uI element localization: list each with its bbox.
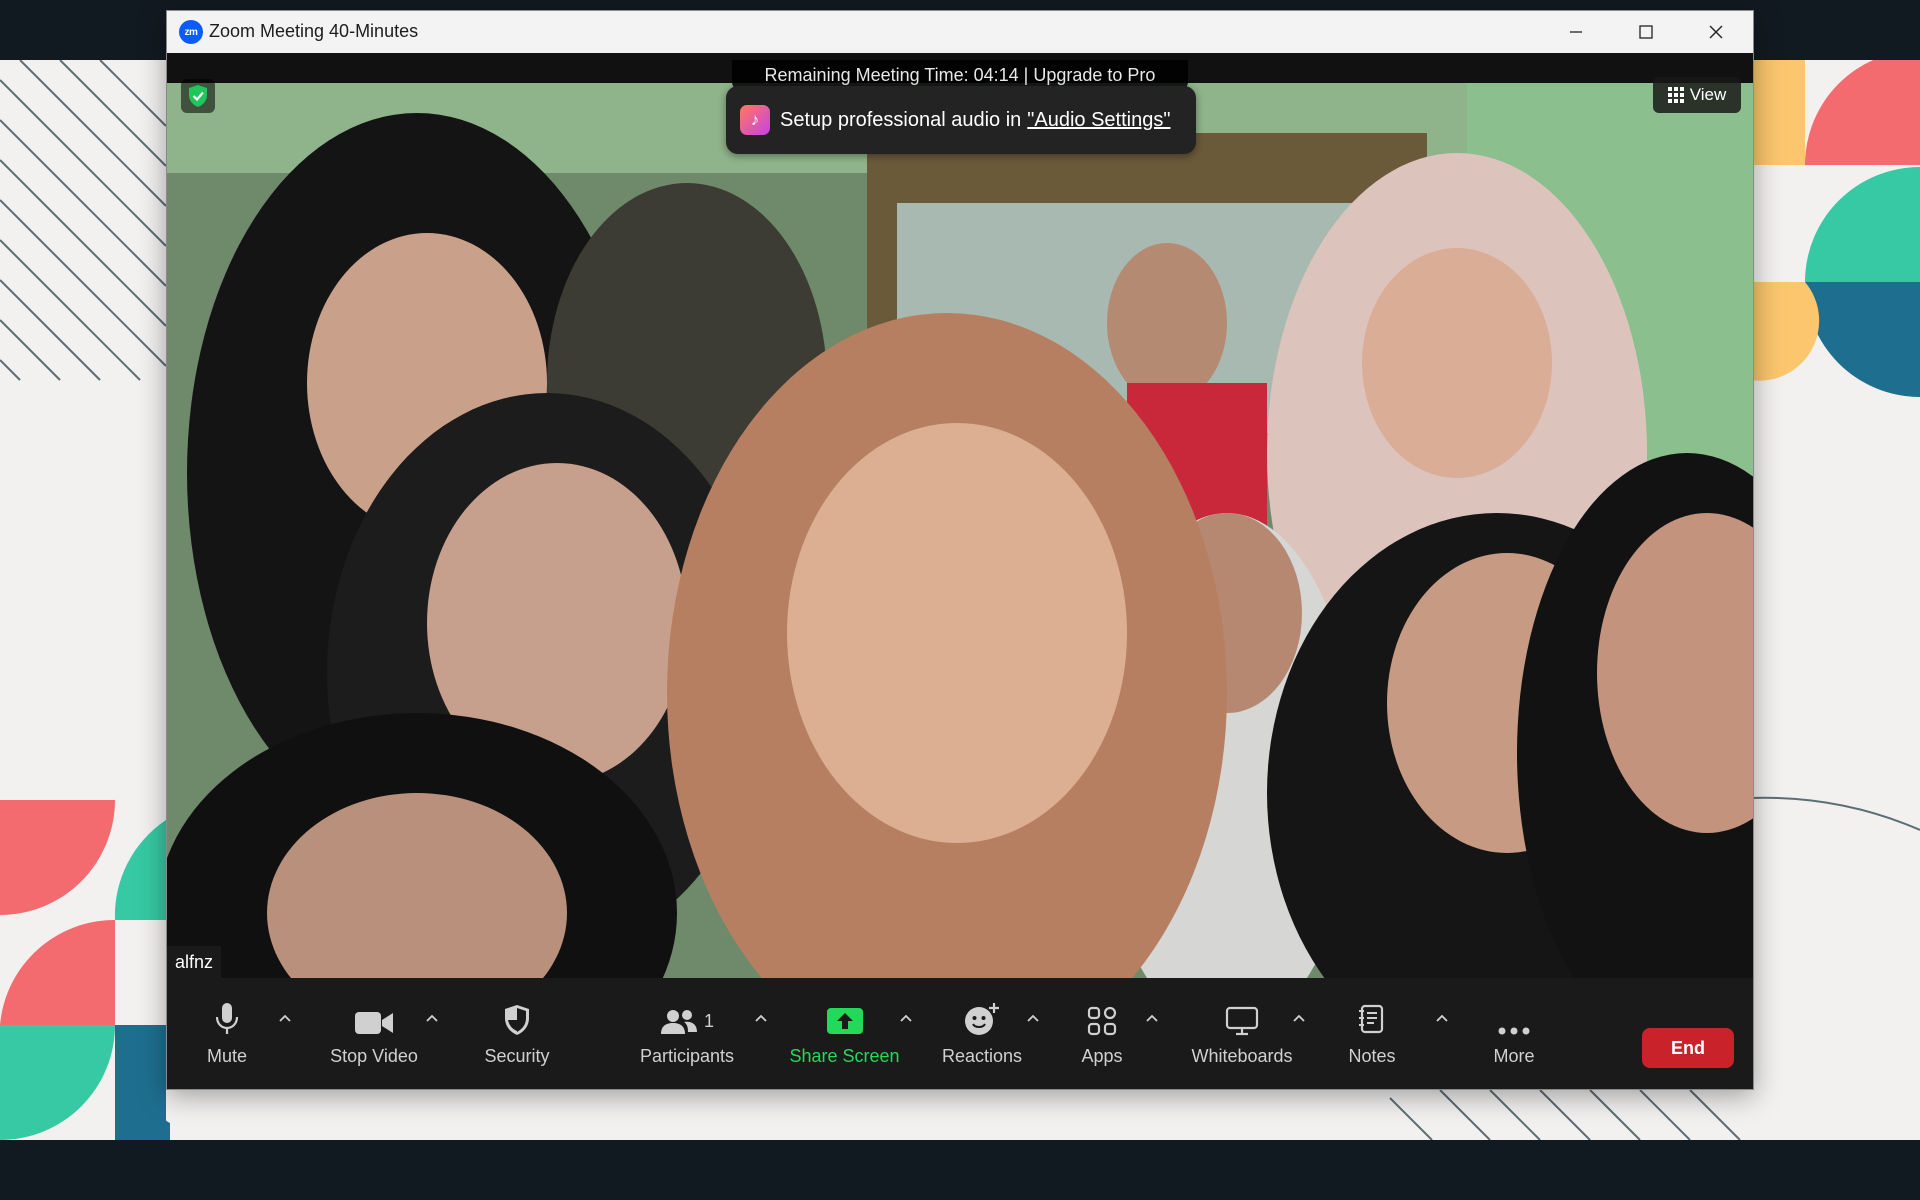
chevron-up-icon (1146, 1014, 1158, 1022)
stop-video-label: Stop Video (330, 1046, 418, 1066)
desktop-bottom-bar (0, 1140, 1920, 1200)
chevron-up-icon (1293, 1014, 1305, 1022)
reactions-options-caret[interactable] (1023, 1008, 1043, 1028)
participant-name-tag: alfnz (167, 946, 222, 978)
apps-icon (1087, 1006, 1117, 1036)
chevron-up-icon (755, 1014, 767, 1022)
participants-button[interactable]: 1 Participants (622, 978, 752, 1089)
notes-options-caret[interactable] (1432, 1008, 1452, 1028)
video-camera-icon (355, 1012, 393, 1034)
mute-label: Mute (206, 1046, 248, 1066)
more-label: More (1493, 1046, 1535, 1066)
zoom-window: zm Zoom Meeting 40-Minutes Remaining Mee… (166, 10, 1754, 1090)
participant-count: 1 (703, 1011, 714, 1031)
security-label: Security (484, 1046, 550, 1066)
zoom-logo-icon: zm (179, 20, 203, 44)
chevron-up-icon (1436, 1014, 1448, 1022)
smiley-plus-icon (965, 1003, 999, 1035)
view-button[interactable]: View (1653, 77, 1741, 113)
maximize-button[interactable] (1611, 11, 1681, 53)
video-feed: Remaining Meeting Time: 04:14 | Upgrade … (167, 53, 1753, 988)
encryption-indicator[interactable] (181, 79, 215, 113)
title-bar[interactable]: zm Zoom Meeting 40-Minutes (167, 11, 1753, 53)
notes-icon (1359, 1004, 1384, 1034)
shield-icon (505, 1005, 529, 1035)
participant-video-image (167, 53, 1753, 988)
wallpaper-right-decoration (1750, 60, 1920, 831)
chevron-up-icon (900, 1014, 912, 1022)
notes-button[interactable]: Notes (1332, 978, 1412, 1089)
microphone-icon (215, 1003, 239, 1034)
close-icon (1709, 25, 1723, 39)
video-options-caret[interactable] (422, 1008, 442, 1028)
mute-button[interactable]: Mute (192, 978, 262, 1089)
wallpaper-left-decoration (0, 60, 170, 1140)
maximize-icon (1639, 25, 1653, 39)
minimize-icon (1570, 31, 1582, 33)
whiteboards-label: Whiteboards (1191, 1046, 1293, 1066)
participants-label: Participants (639, 1046, 735, 1066)
close-button[interactable] (1681, 11, 1751, 53)
grid-icon (1667, 87, 1684, 103)
window-title: Zoom Meeting 40-Minutes (209, 21, 419, 41)
security-button[interactable]: Security (467, 978, 567, 1089)
reactions-label: Reactions (941, 1046, 1023, 1066)
chevron-up-icon (1027, 1014, 1039, 1022)
more-button[interactable]: More (1474, 978, 1554, 1089)
share-screen-button[interactable]: Share Screen (787, 978, 902, 1089)
more-dots-icon (1498, 1027, 1530, 1035)
participants-options-caret[interactable] (751, 1008, 771, 1028)
audio-options-caret[interactable] (275, 1008, 295, 1028)
whiteboards-options-caret[interactable] (1289, 1008, 1309, 1028)
audio-settings-link[interactable]: "Audio Settings" (1027, 109, 1170, 132)
participants-icon (660, 1010, 697, 1034)
reactions-button[interactable]: Reactions (932, 978, 1032, 1089)
share-options-caret[interactable] (896, 1008, 916, 1028)
view-label: View (1689, 85, 1727, 104)
apps-options-caret[interactable] (1142, 1008, 1162, 1028)
apps-button[interactable]: Apps (1067, 978, 1137, 1089)
share-screen-icon (826, 1008, 863, 1034)
toast-text: Setup professional audio in (780, 108, 1022, 131)
end-meeting-button[interactable]: End (1642, 1028, 1734, 1068)
meeting-toolbar: Mute Stop Video Security 1 Participants (167, 978, 1753, 1089)
audio-settings-toast: ♪ Setup professional audio in "Audio Set… (726, 86, 1196, 154)
apps-label: Apps (1081, 1046, 1123, 1066)
whiteboards-button[interactable]: Whiteboards (1182, 978, 1302, 1089)
minimize-button[interactable] (1541, 11, 1611, 53)
music-note-icon: ♪ (740, 105, 770, 135)
stop-video-button[interactable]: Stop Video (319, 978, 429, 1089)
notes-label: Notes (1348, 1046, 1396, 1066)
shield-check-icon (189, 85, 207, 107)
whiteboard-icon (1225, 1006, 1259, 1036)
share-screen-label: Share Screen (789, 1046, 900, 1066)
chevron-up-icon (279, 1014, 291, 1022)
chevron-up-icon (426, 1014, 438, 1022)
